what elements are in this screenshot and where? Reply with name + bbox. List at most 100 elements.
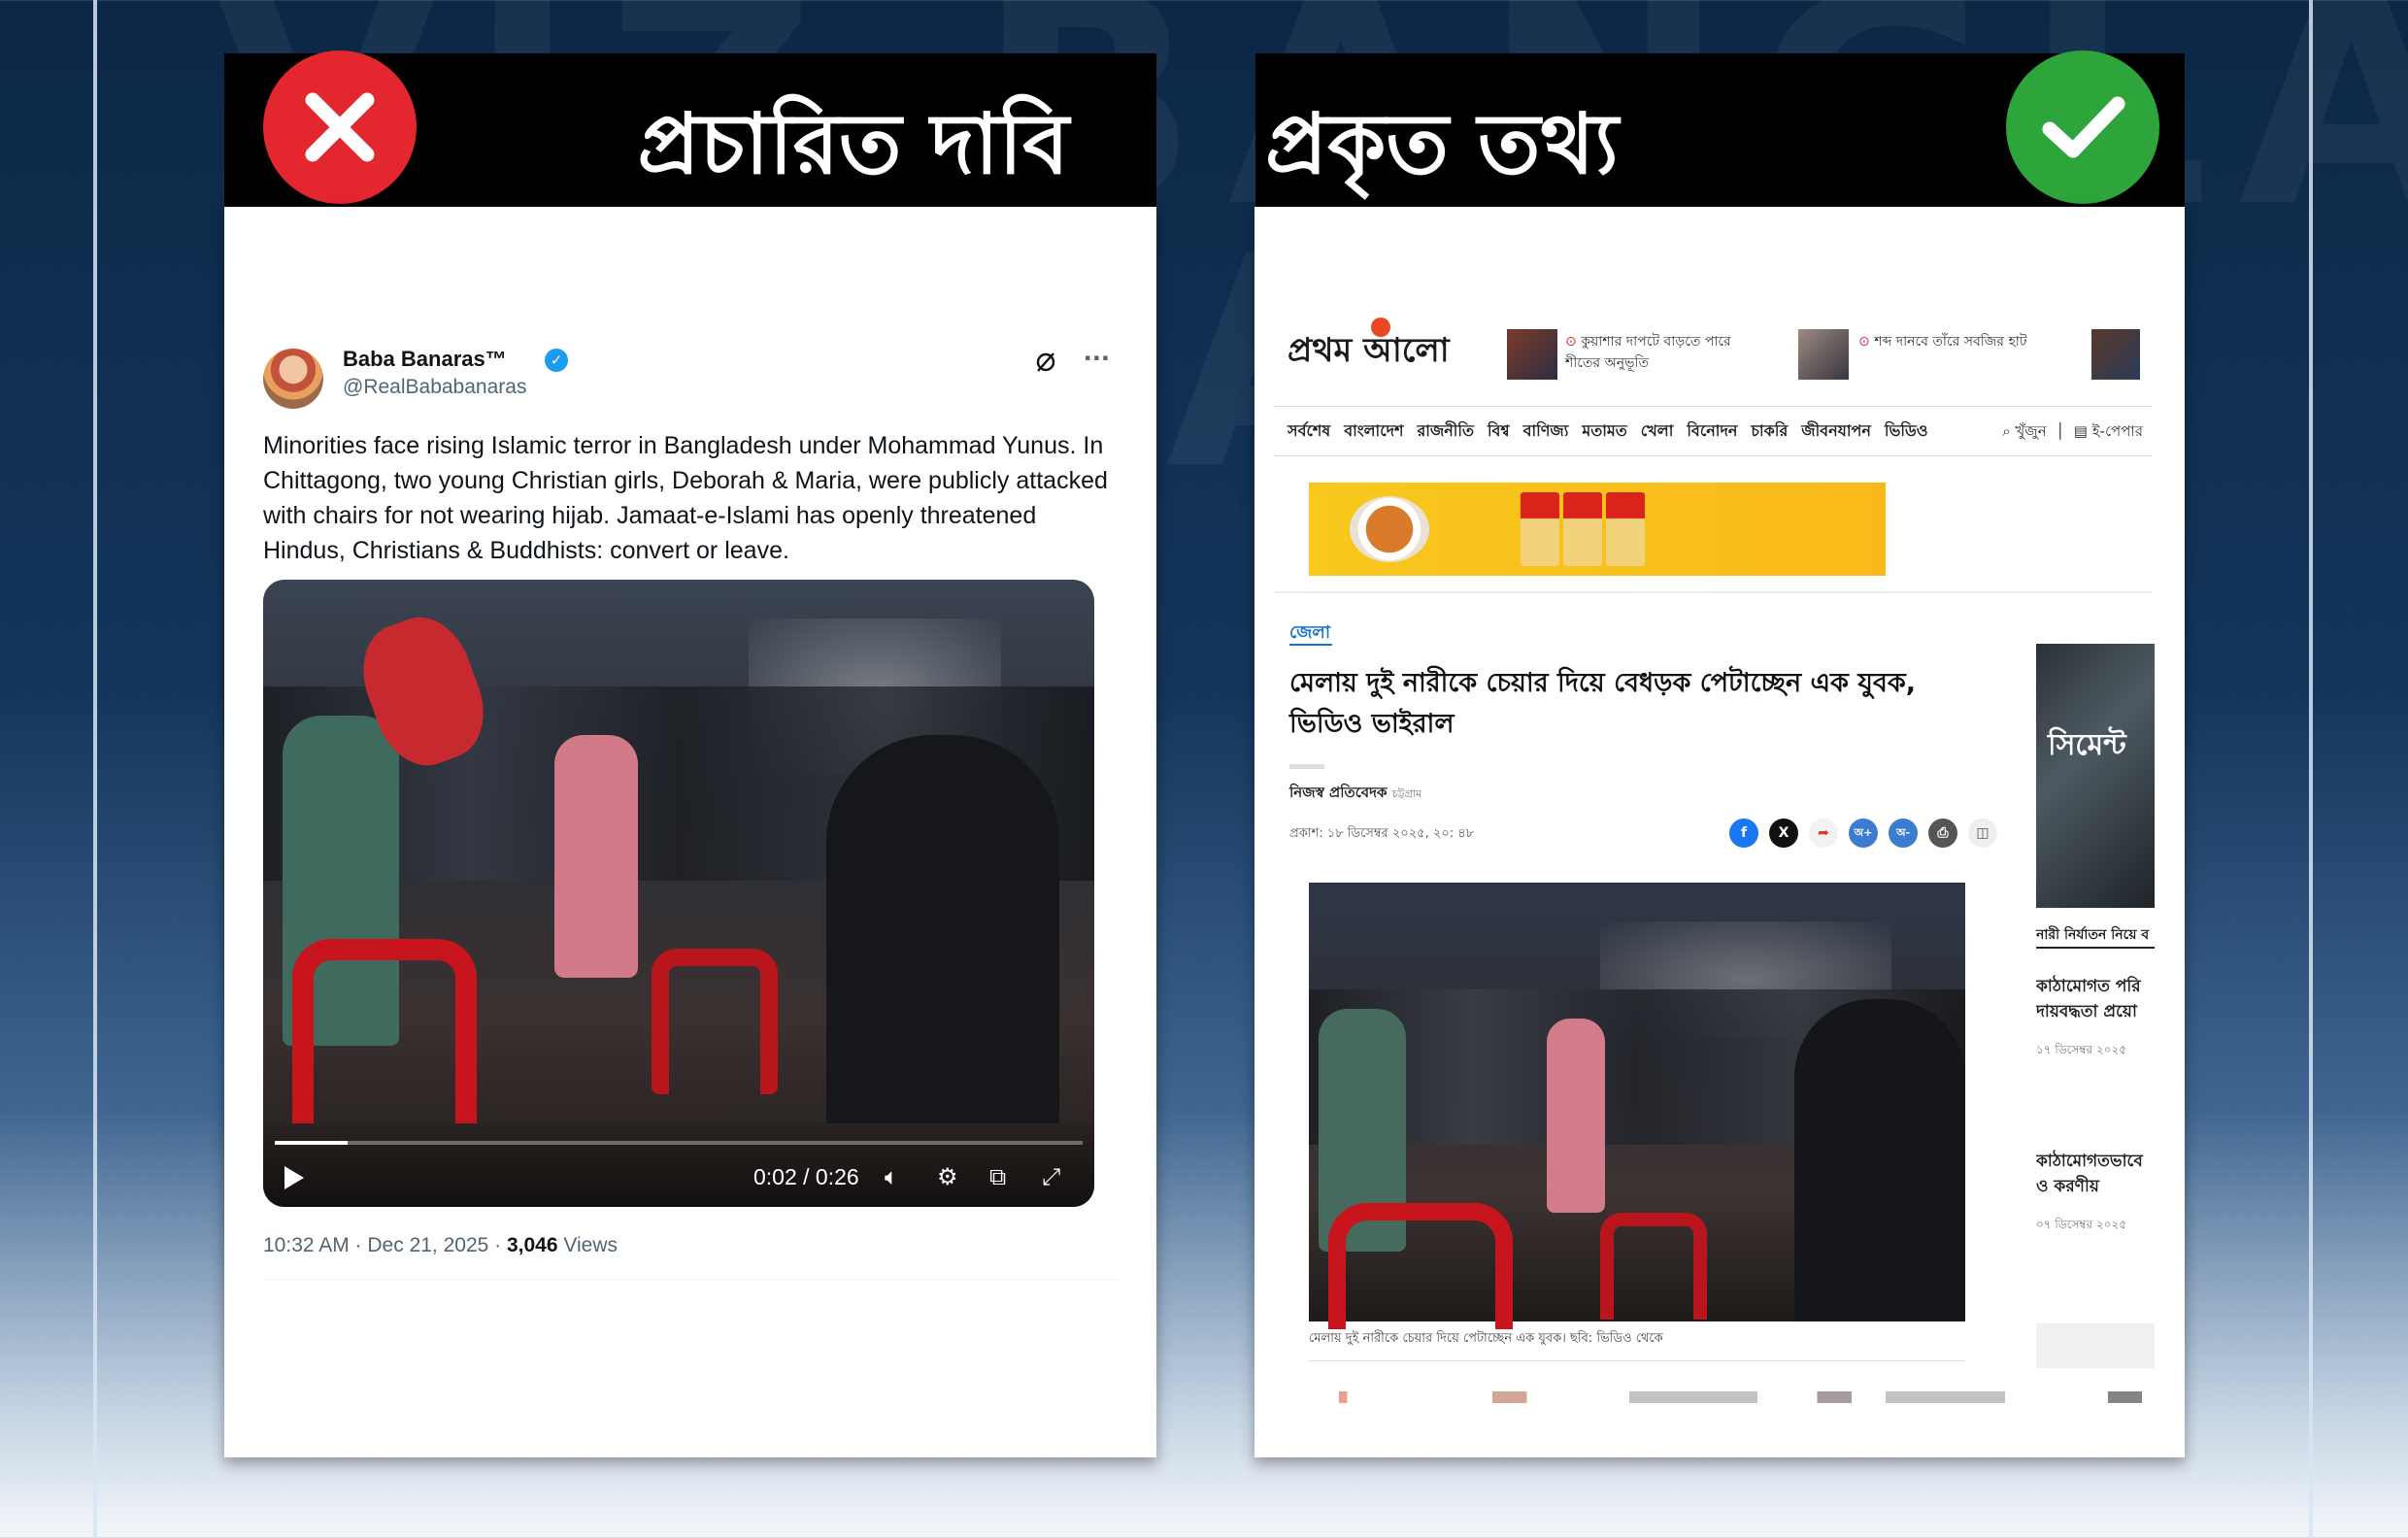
article-byline: নিজস্ব প্রতিবেদক চট্টগ্রাম [1289, 782, 1421, 806]
settings-gear-icon[interactable]: ⚙︎ [937, 1163, 958, 1190]
nav-item[interactable]: মতামত [1582, 418, 1626, 445]
top-story-thumb[interactable] [1798, 329, 1849, 380]
font-increase-icon[interactable]: অ+ [1849, 819, 1878, 848]
top-story-thumb[interactable] [1507, 329, 1557, 380]
share-arrow-icon[interactable]: ➦ [1809, 819, 1838, 848]
nav-item[interactable]: জীবনযাপন [1801, 418, 1871, 445]
tweet-views-label: Views [557, 1234, 619, 1256]
live-dot-icon: ⊙ [1858, 334, 1875, 350]
grok-icon[interactable] [1034, 351, 1057, 374]
tweet-timestamp[interactable]: 10:32 AM · Dec 21, 2025 · [263, 1234, 507, 1256]
red-chair-2 [1600, 1213, 1707, 1320]
logo-sun-icon [1371, 318, 1390, 337]
video-controls: 0:02 / 0:26 🔈︎ ⚙︎ ⧉ ⤢ [263, 1120, 1094, 1207]
caption-divider [1309, 1360, 1965, 1361]
separator [1274, 591, 2153, 593]
fact-panel: প্রথম আলো ⊙ কুয়াশার দাপটে বাড়তে পারে শ… [1254, 207, 2185, 1457]
font-decrease-icon[interactable]: অ- [1889, 819, 1918, 848]
facebook-share-icon[interactable]: f [1729, 819, 1758, 848]
sidebar-story-title[interactable]: দায়বদ্ধতা প্রয়ো [2036, 999, 2155, 1024]
sidebar-image-text: সিমেন্ট [2048, 728, 2126, 762]
video-progress-fill [275, 1141, 348, 1145]
tweet-views-count: 3,046 [506, 1234, 558, 1256]
bookmark-icon[interactable]: ◫ [1968, 819, 1997, 848]
sidebar-story-date: ০৭ ডিসেম্বর ২০২৫ [2036, 1218, 2127, 1231]
sidebar-story-title[interactable]: কাঠামোগত পরি [2036, 974, 2155, 999]
sidebar-placeholder [2036, 1323, 2155, 1368]
tweet-meta: 10:32 AM · Dec 21, 2025 · 3,046 Views [263, 1234, 1118, 1257]
live-dot-icon: ⊙ [1565, 334, 1582, 350]
sidebar-divider [2036, 947, 2155, 949]
tweet-author-handle[interactable]: @RealBababanaras [343, 376, 526, 399]
tweet-divider [263, 1279, 1118, 1280]
top-story-1-text: কুয়াশার দাপটে বাড়তে পারে শীতের অনুভূতি [1565, 334, 1731, 371]
article-published-date: প্রকাশ: ১৮ ডিসেম্বর ২০২৫, ২০: ৪৮ [1289, 826, 1475, 841]
claim-title: প্রচারিত দাবি [637, 96, 1069, 193]
nav-item[interactable]: সর্বশেষ [1288, 418, 1330, 445]
search-icon[interactable]: ⌕ [2002, 422, 2010, 440]
article-headline: মেলায় দুই নারীকে চেয়ার দিয়ে বেধড়ক পে… [1289, 668, 1917, 739]
nav-item[interactable]: বাণিজ্য [1523, 418, 1569, 445]
fact-title: প্রকৃত তথ্য [1265, 96, 1619, 193]
verified-badge-icon: ✓ [545, 349, 568, 372]
nav-epaper[interactable]: ই-পেপার [2092, 422, 2143, 440]
red-chair-1 [1328, 1203, 1513, 1329]
avatar[interactable] [263, 349, 323, 409]
ad-spice-pack [1563, 492, 1602, 566]
cross-icon [263, 50, 417, 204]
sidebar-story-title[interactable]: ও করণীয় [2036, 1174, 2155, 1199]
nav-item[interactable]: রাজনীতি [1418, 418, 1474, 445]
sidebar-section-label[interactable]: নারী নির্যাতন নিয়ে ব [2036, 923, 2149, 947]
tweet-header: Baba Banaras™ ✓ @RealBababanaras ··· [263, 345, 1118, 422]
nav-item[interactable]: বিশ্ব [1488, 418, 1510, 445]
play-icon[interactable] [284, 1166, 304, 1189]
volume-icon[interactable]: 🔈︎ [885, 1163, 898, 1190]
more-options-icon[interactable]: ··· [1084, 345, 1110, 372]
nav-item[interactable]: বিনোদন [1687, 418, 1737, 445]
left-frame-line [93, 0, 97, 1538]
fullscreen-icon[interactable]: ⤢ [1042, 1163, 1060, 1190]
bottom-header-strip [1288, 1391, 2142, 1403]
sidebar-image[interactable]: সিমেন্ট [2036, 644, 2155, 908]
nav-tools: ⌕ খুঁজুন │ ▤ ই-পেপার [2002, 422, 2143, 440]
article-image[interactable] [1309, 883, 1965, 1329]
newspaper-logo[interactable]: প্রথম আলো [1288, 325, 1450, 381]
tweet-author-name[interactable]: Baba Banaras™ [343, 347, 507, 372]
newspaper-nav: সর্বশেষ বাংলাদেশ রাজনীতি বিশ্ব বাণিজ্য ম… [1274, 406, 2153, 456]
nav-item[interactable]: চাকরি [1751, 418, 1788, 445]
ad-spice-pack [1521, 492, 1559, 566]
video-progress-bar[interactable] [275, 1141, 1083, 1145]
check-icon [2006, 50, 2159, 204]
tweet-video[interactable]: 0:02 / 0:26 🔈︎ ⚙︎ ⧉ ⤢ [263, 580, 1094, 1207]
video-time: 0:02 / 0:26 [753, 1164, 859, 1189]
claim-panel: Baba Banaras™ ✓ @RealBababanaras ··· Min… [224, 207, 1156, 1457]
image-caption: মেলায় দুই নারীকে চেয়ার দিয়ে পেটাচ্ছেন… [1309, 1331, 1663, 1346]
nav-search[interactable]: খুঁজুন [2015, 422, 2046, 440]
woman-pink-dress [554, 735, 638, 978]
sidebar-story-title[interactable]: কাঠামোগতভাবে [2036, 1149, 2155, 1174]
woman-pink-dress [1547, 1019, 1605, 1213]
tweet-card: Baba Banaras™ ✓ @RealBababanaras ··· Min… [263, 345, 1118, 1280]
top-story-thumb[interactable] [2091, 329, 2140, 380]
top-story-1[interactable]: ⊙ কুয়াশার দাপটে বাড়তে পারে শীতের অনুভূ… [1565, 331, 1769, 374]
print-icon[interactable]: ⎙ [1928, 819, 1957, 848]
ad-food-bowl [1350, 496, 1429, 562]
sidebar-story-date: ১৭ ডিসেম্বর ২০২৫ [2036, 1043, 2127, 1056]
top-story-2[interactable]: ⊙ শব্দ দানবে তাঁরে সবজির হাট [1858, 331, 2062, 352]
category-underline [1289, 644, 1332, 646]
x-share-icon[interactable]: X [1769, 819, 1798, 848]
epaper-icon[interactable]: ▤ [2074, 422, 2088, 440]
red-chair-2 [652, 949, 778, 1094]
byline-divider [1289, 764, 1324, 769]
nav-item[interactable]: বাংলাদেশ [1344, 418, 1403, 445]
nav-item[interactable]: খেলা [1641, 418, 1674, 445]
picture-in-picture-icon[interactable]: ⧉ [989, 1163, 1006, 1190]
ad-spice-pack [1606, 492, 1645, 566]
nav-item[interactable]: ভিডিও [1885, 418, 1928, 445]
advertisement-banner[interactable] [1309, 483, 2132, 576]
byline-place: চট্টগ্রাম [1391, 787, 1422, 800]
tweet-text: Minorities face rising Islamic terror in… [263, 432, 1108, 564]
byline-author[interactable]: নিজস্ব প্রতিবেদক [1289, 784, 1388, 801]
man-black-jacket [1794, 999, 1965, 1321]
top-story-2-text: শব্দ দানবে তাঁরে সবজির হাট [1874, 334, 2027, 350]
